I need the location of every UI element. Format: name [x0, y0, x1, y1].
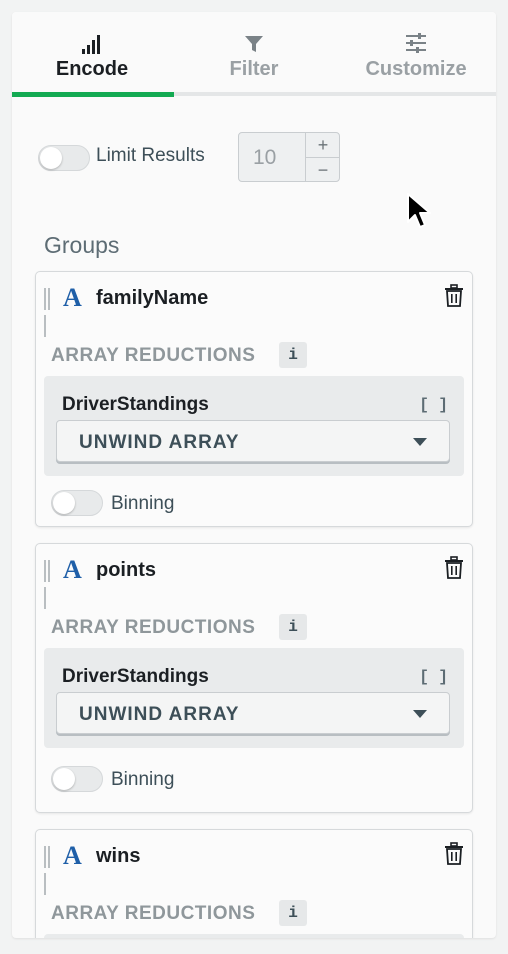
- caret-down-icon: [413, 438, 427, 446]
- tab-underline-active: [12, 92, 174, 97]
- array-reductions-label: ARRAY REDUCTIONS: [51, 617, 256, 638]
- mouse-cursor-icon: [406, 192, 432, 230]
- trash-icon[interactable]: [444, 284, 466, 310]
- tab-encode-label: Encode: [55, 58, 129, 80]
- info-badge[interactable]: i: [279, 342, 307, 368]
- limit-value-input[interactable]: 10: [253, 146, 276, 170]
- sliders-icon: [336, 30, 496, 54]
- array-bracket-icon: [ ]: [419, 396, 448, 414]
- tab-encode[interactable]: Encode: [12, 30, 172, 94]
- reduction-select-value: UNWIND ARRAY: [79, 432, 240, 453]
- trash-icon[interactable]: [444, 556, 466, 582]
- drag-handle[interactable]: [44, 288, 54, 337]
- string-type-icon: A: [63, 283, 82, 312]
- array-name: DriverStandings: [62, 394, 209, 415]
- field-name: familyName: [96, 287, 209, 309]
- decrement-button[interactable]: −: [306, 158, 340, 182]
- reduction-select[interactable]: UNWIND ARRAY: [56, 692, 450, 734]
- trash-icon[interactable]: [444, 842, 466, 868]
- toggle-knob: [53, 492, 75, 514]
- tab-customize[interactable]: Customize: [336, 30, 496, 94]
- array-reduction-box: DriverStandings [ ] UNWIND ARRAY: [44, 376, 464, 476]
- signal-bars-icon: [12, 30, 172, 54]
- tab-filter[interactable]: Filter: [174, 30, 334, 94]
- tab-filter-label: Filter: [229, 58, 279, 80]
- limit-results-row: Limit Results 10 + −: [38, 132, 358, 184]
- info-badge[interactable]: i: [279, 900, 307, 926]
- binning-toggle[interactable]: [51, 490, 103, 516]
- info-badge[interactable]: i: [279, 614, 307, 640]
- array-name: DriverStandings: [62, 666, 209, 687]
- reduction-select[interactable]: UNWIND ARRAY: [56, 420, 450, 462]
- funnel-icon: [174, 30, 334, 54]
- caret-down-icon: [413, 710, 427, 718]
- reduction-select-value: UNWIND ARRAY: [79, 704, 240, 725]
- field-name: wins: [96, 845, 141, 867]
- toggle-knob: [40, 147, 62, 169]
- array-bracket-icon: [ ]: [419, 668, 448, 686]
- group-card: A familyName ARRAY REDUCTIONS i DriverSt…: [35, 271, 473, 527]
- string-type-icon: A: [63, 555, 82, 584]
- array-reduction-box: [44, 934, 464, 938]
- binning-toggle[interactable]: [51, 766, 103, 792]
- array-reductions-label: ARRAY REDUCTIONS: [51, 345, 256, 366]
- increment-button[interactable]: +: [306, 133, 340, 157]
- binning-label: Binning: [111, 493, 175, 514]
- tab-customize-label: Customize: [365, 58, 467, 80]
- group-card: A points ARRAY REDUCTIONS i DriverStandi…: [35, 543, 473, 813]
- drag-handle[interactable]: [44, 560, 54, 609]
- array-reductions-label: ARRAY REDUCTIONS: [51, 903, 256, 924]
- limit-stepper: 10 + −: [238, 132, 340, 182]
- string-type-icon: A: [63, 841, 82, 870]
- groups-heading: Groups: [44, 232, 120, 258]
- limit-results-label: Limit Results: [96, 145, 205, 166]
- group-card: A wins ARRAY REDUCTIONS i: [35, 829, 473, 938]
- toggle-knob: [53, 768, 75, 790]
- encode-panel: Encode Filter Customize Limit Results 10…: [12, 12, 496, 938]
- array-reduction-box: DriverStandings [ ] UNWIND ARRAY: [44, 648, 464, 748]
- tab-bar: Encode Filter Customize: [12, 12, 496, 97]
- drag-handle[interactable]: [44, 846, 54, 895]
- limit-results-toggle[interactable]: [38, 145, 90, 171]
- field-name: points: [96, 559, 156, 581]
- binning-label: Binning: [111, 769, 175, 790]
